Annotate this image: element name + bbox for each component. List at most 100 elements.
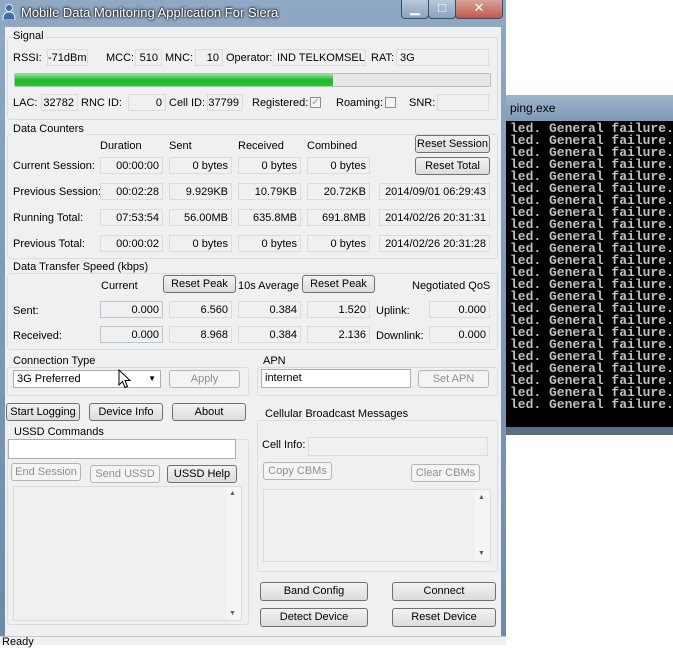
downlink-value: 0.000 xyxy=(429,326,490,343)
mnc-label: MNC: xyxy=(165,52,194,64)
apply-button[interactable]: Apply xyxy=(169,370,240,388)
connection-type-selected: 3G Preferred xyxy=(17,373,81,385)
scroll-up-arrow-icon[interactable]: ▲ xyxy=(478,494,485,501)
registered-checkbox[interactable]: ✓ xyxy=(310,97,321,108)
client-area: Signal RSSI: -71dBm MCC: 510 MNC: 10 Ope… xyxy=(5,27,501,637)
minimize-button[interactable]: ▁ xyxy=(401,0,429,19)
counter-received-value: 10.79KB xyxy=(238,183,301,200)
dropdown-arrow-icon: ▼ xyxy=(148,374,156,383)
counter-row-label: Previous Total: xyxy=(13,238,85,250)
negotiated-qos-label: Negotiated QoS xyxy=(412,280,491,292)
maximize-icon: □ xyxy=(438,0,446,15)
about-button[interactable]: About xyxy=(172,403,246,421)
counter-received-value: 0 bytes xyxy=(238,235,301,252)
ussd-help-button[interactable]: USSD Help xyxy=(167,465,237,483)
counter-row-label: Running Total: xyxy=(13,212,84,224)
signal-group-label: Signal xyxy=(11,30,46,42)
operator-label: Operator: xyxy=(226,52,273,64)
speed-sent-label: Sent: xyxy=(13,305,39,317)
clear-cbms-button[interactable]: Clear CBMs xyxy=(411,464,480,482)
sent-current-value: 0.000 xyxy=(100,301,163,318)
set-apn-button[interactable]: Set APN xyxy=(418,370,489,388)
band-config-button[interactable]: Band Config xyxy=(260,582,368,601)
counter-row-label: Current Session: xyxy=(13,160,95,172)
speed-received-label: Received: xyxy=(13,330,62,342)
rnc-value: 0 xyxy=(128,94,166,111)
mnc-value: 10 xyxy=(195,49,223,66)
data-counters-label: Data Counters xyxy=(11,123,86,135)
header-duration: Duration xyxy=(100,140,142,152)
mcc-label: MCC: xyxy=(106,52,135,64)
sent-peak2-value: 1.520 xyxy=(307,301,370,318)
connection-type-dropdown[interactable]: 3G Preferred ▼ xyxy=(13,370,161,388)
mouse-cursor-icon xyxy=(118,369,131,389)
uplink-label: Uplink: xyxy=(376,305,410,317)
counter-sent-value: 0 bytes xyxy=(169,235,232,252)
apn-label: APN xyxy=(261,355,288,367)
rat-label: RAT: xyxy=(371,52,395,64)
start-logging-button[interactable]: Start Logging xyxy=(6,403,80,421)
rssi-value: -71dBm xyxy=(47,49,88,66)
counter-date-value: 2014/09/01 06:29:43 xyxy=(379,183,490,200)
send-ussd-button[interactable]: Send USSD xyxy=(90,465,160,483)
counter-combined-value: 691.8MB xyxy=(307,209,370,226)
roaming-checkbox[interactable] xyxy=(385,97,396,108)
console-window: ping.exe led. General failure. led. Gener… xyxy=(506,95,673,435)
counter-received-value: 0 bytes xyxy=(238,157,301,174)
connection-type-label: Connection Type xyxy=(11,355,98,367)
reset-session-button[interactable]: Reset Session xyxy=(415,135,490,153)
console-output: led. General failure. led. General failur… xyxy=(510,122,673,423)
rnc-label: RNC ID: xyxy=(81,97,122,109)
detect-device-button[interactable]: Detect Device xyxy=(260,608,368,627)
end-session-button[interactable]: End Session xyxy=(11,463,81,481)
device-info-button[interactable]: Device Info xyxy=(89,403,163,421)
rat-value: 3G xyxy=(396,49,489,66)
console-line: led. General failure. xyxy=(510,397,673,412)
cbm-message-box[interactable]: ▲ ▼ xyxy=(263,489,491,562)
mcc-value: 510 xyxy=(135,49,162,66)
maximize-button[interactable]: □ xyxy=(428,0,456,19)
registered-label: Registered: xyxy=(252,97,309,109)
reset-device-button[interactable]: Reset Device xyxy=(392,608,496,627)
counter-received-value: 635.8MB xyxy=(238,209,301,226)
scroll-up-arrow-icon[interactable]: ▲ xyxy=(229,490,236,497)
speed-current-label: Current xyxy=(101,280,138,292)
ussd-label: USSD Commands xyxy=(12,426,106,438)
snr-value xyxy=(437,94,489,111)
header-sent: Sent xyxy=(169,140,192,152)
scroll-down-arrow-icon[interactable]: ▼ xyxy=(229,610,236,617)
ussd-response-box[interactable]: ▲ ▼ xyxy=(13,486,242,621)
snr-label: SNR: xyxy=(409,97,436,109)
ussd-input[interactable] xyxy=(8,439,236,459)
cbm-scrollbar[interactable]: ▲ ▼ xyxy=(475,490,490,561)
console-titlebar[interactable]: ping.exe xyxy=(506,95,673,121)
sent-average-value: 0.384 xyxy=(238,301,301,318)
signal-strength-fill xyxy=(15,74,334,86)
close-icon: ✕ xyxy=(473,0,485,15)
connect-button[interactable]: Connect xyxy=(392,582,496,601)
counter-duration-value: 00:02:28 xyxy=(100,183,163,200)
apn-input[interactable]: internet xyxy=(261,369,411,388)
lac-value: 32782 xyxy=(41,94,78,111)
counter-combined-value: 0 bytes xyxy=(307,157,370,174)
minimize-icon: ▁ xyxy=(410,0,420,15)
downlink-label: Downlink: xyxy=(376,330,424,342)
ussd-scrollbar[interactable]: ▲ ▼ xyxy=(226,487,241,620)
app-person-icon xyxy=(2,4,16,20)
speed-average-label: 10s Average xyxy=(238,280,299,292)
reset-total-button[interactable]: Reset Total xyxy=(415,157,490,175)
operator-value: IND TELKOMSEL xyxy=(273,49,366,66)
roaming-label: Roaming: xyxy=(336,97,384,109)
counter-duration-value: 07:53:54 xyxy=(100,209,163,226)
close-button[interactable]: ✕ xyxy=(455,0,503,19)
reset-peak-button-2[interactable]: Reset Peak xyxy=(302,275,375,293)
copy-cbms-button[interactable]: Copy CBMs xyxy=(263,462,332,480)
counter-sent-value: 0 bytes xyxy=(169,157,232,174)
cell-info-value xyxy=(308,437,488,456)
titlebar[interactable]: Mobile Data Monitoring Application For S… xyxy=(0,0,506,26)
speed-group-label: Data Transfer Speed (kbps) xyxy=(11,261,151,273)
scroll-down-arrow-icon[interactable]: ▼ xyxy=(478,550,485,557)
counter-duration-value: 00:00:00 xyxy=(100,157,163,174)
cellid-value: 37799 xyxy=(207,94,243,111)
reset-peak-button-1[interactable]: Reset Peak xyxy=(163,275,236,293)
